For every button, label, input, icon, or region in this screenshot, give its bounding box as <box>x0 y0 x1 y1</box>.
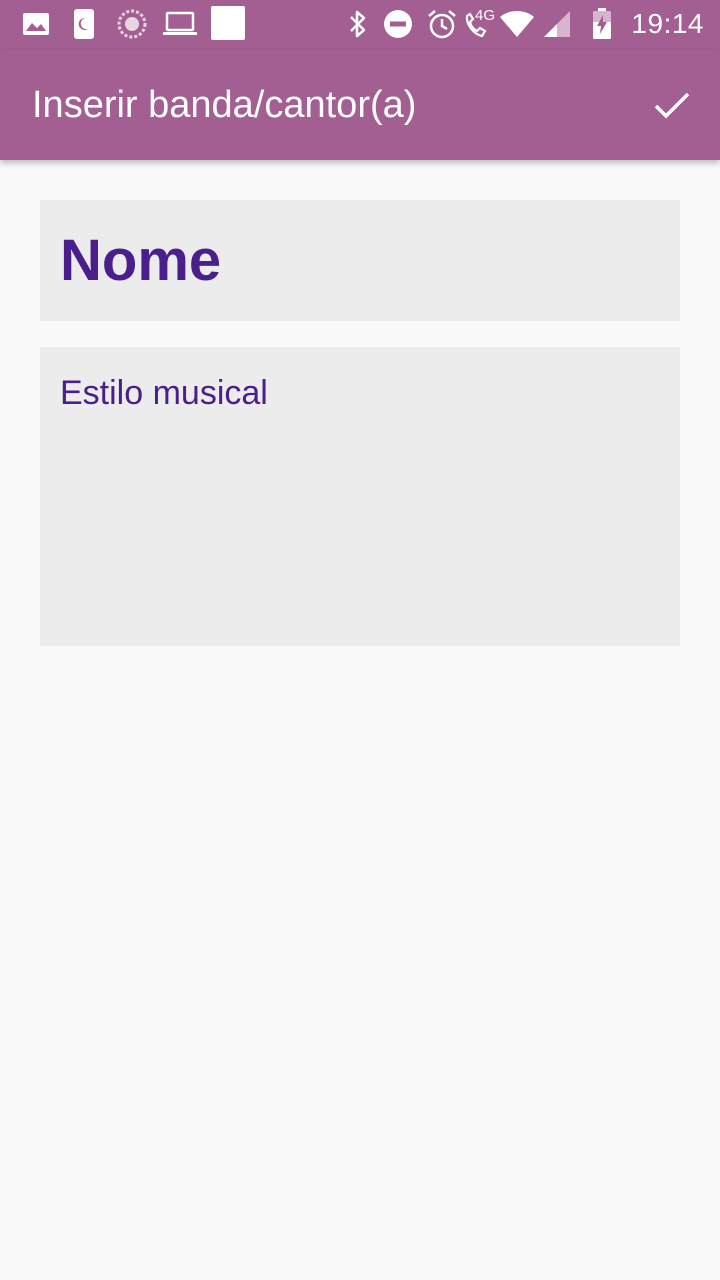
name-input[interactable] <box>40 200 680 321</box>
style-field <box>40 347 680 646</box>
confirm-button[interactable] <box>644 77 700 133</box>
status-time: 19:14 <box>631 8 704 39</box>
page-title: Inserir banda/cantor(a) <box>32 84 417 126</box>
status-bar: 4G 19:14 <box>0 0 720 50</box>
blank-square-icon <box>210 6 246 40</box>
sync-circle-icon <box>116 8 148 40</box>
wifi-icon <box>499 8 535 40</box>
signal-icon <box>543 8 571 40</box>
check-icon <box>654 92 690 119</box>
bluetooth-icon <box>346 8 370 40</box>
laptop-icon <box>162 8 198 40</box>
app-bar: Inserir banda/cantor(a) <box>0 50 720 160</box>
phone-dnd-icon <box>73 8 95 40</box>
music-style-input[interactable] <box>40 347 680 646</box>
network-type-label: 4G <box>475 7 496 24</box>
battery-charging-icon <box>592 8 612 40</box>
gallery-icon <box>22 8 50 40</box>
alarm-icon <box>426 8 458 40</box>
do-not-disturb-icon <box>383 8 413 40</box>
wifi-calling-4g-icon: 4G <box>463 8 501 40</box>
name-field <box>40 200 680 321</box>
